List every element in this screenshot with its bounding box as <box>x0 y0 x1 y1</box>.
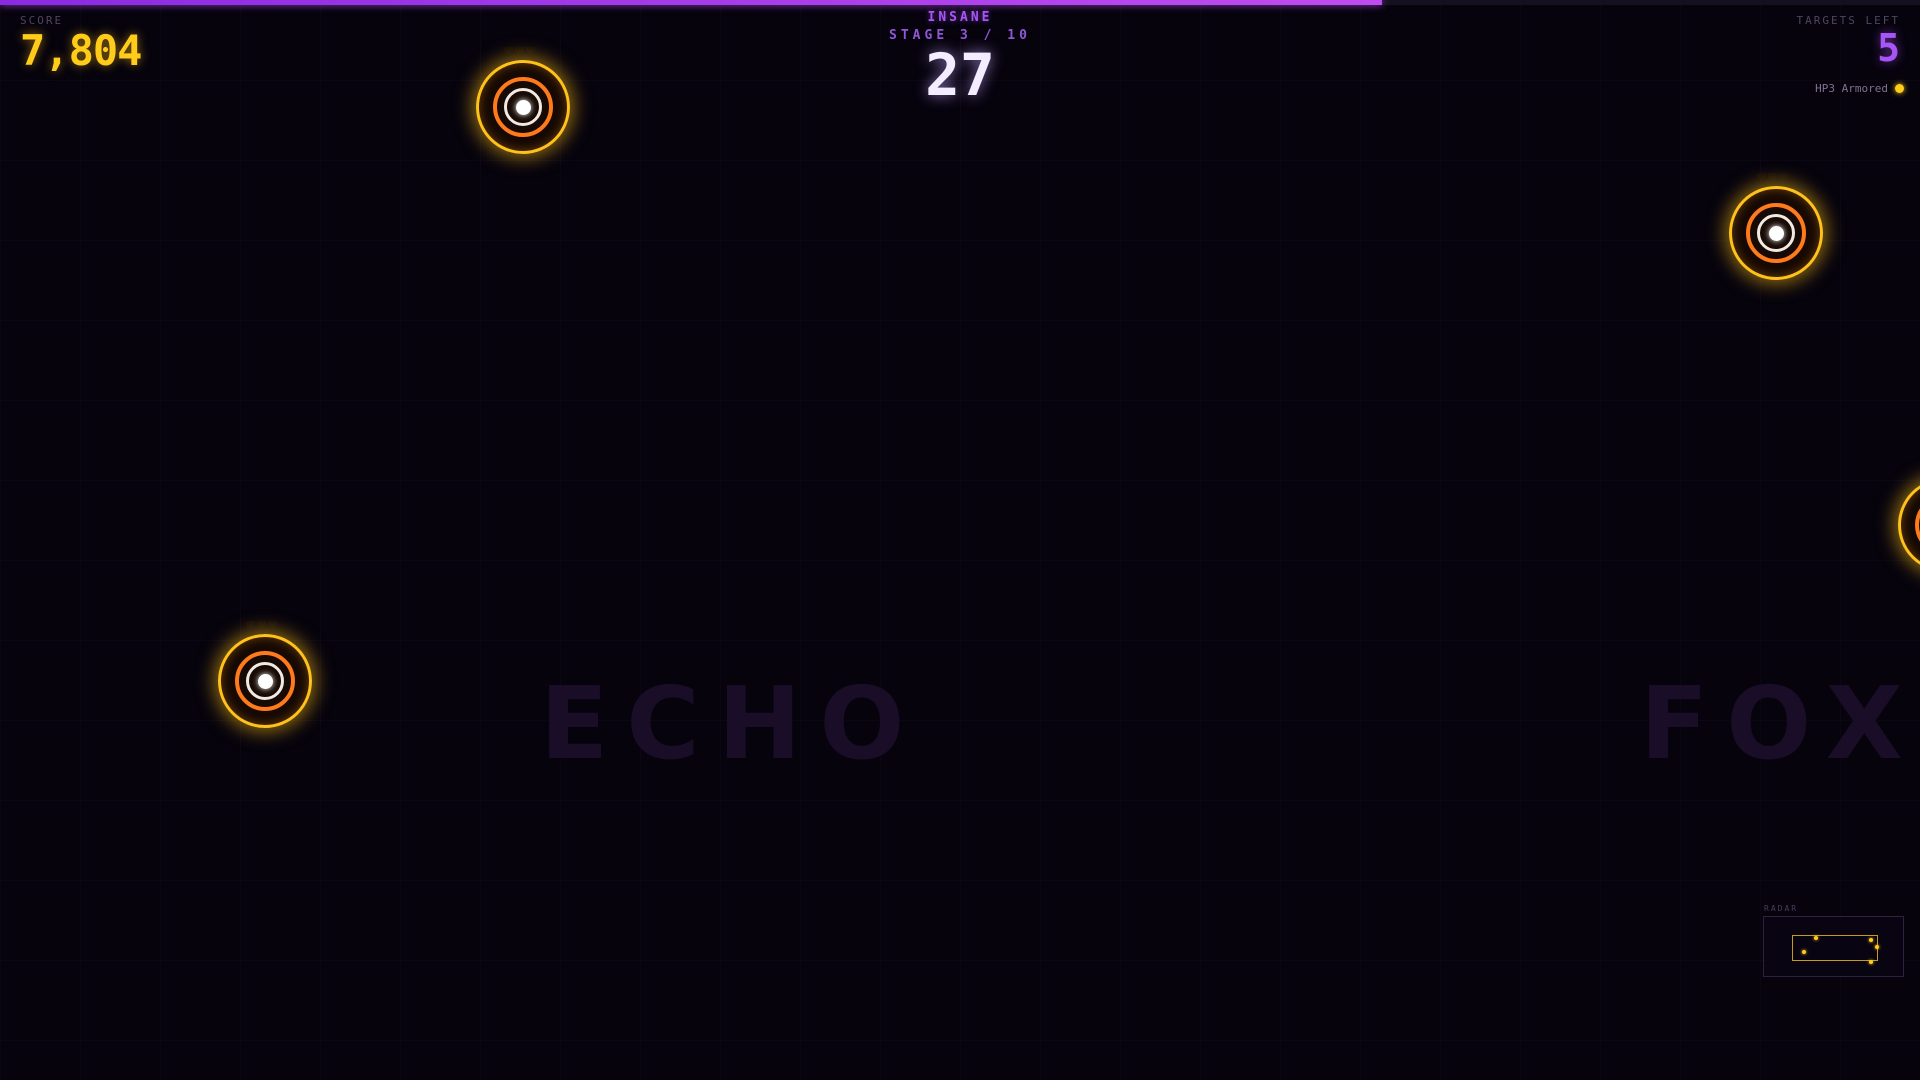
stage-progress-bar <box>0 0 1920 5</box>
target-hp-hearts: ❤❤❤ <box>245 618 279 632</box>
target[interactable] <box>1898 478 1920 572</box>
radar-minimap <box>1763 916 1904 977</box>
radar-label: RADAR <box>1764 904 1799 913</box>
target[interactable] <box>476 60 570 154</box>
zone-label-fox: FOX <box>1640 665 1920 782</box>
radar-target-dot <box>1802 950 1806 954</box>
target-hp-hearts: ❤❤❤ <box>1756 170 1790 184</box>
target-bullseye <box>1768 225 1784 241</box>
target-hp-hearts: ❤❤❤ <box>503 44 537 58</box>
difficulty-label: INSANE <box>927 10 993 25</box>
radar-target-dot <box>1875 945 1879 949</box>
target[interactable] <box>218 634 312 728</box>
zone-label-echo: ECHO <box>540 665 923 782</box>
radar-target-dot <box>1869 938 1873 942</box>
countdown-timer: 27 <box>925 41 995 109</box>
radar-target-dot <box>1814 936 1818 940</box>
center-hud: INSANE STAGE 3 / 10 27 <box>0 10 1920 107</box>
target[interactable] <box>1729 186 1823 280</box>
target-bullseye <box>515 99 531 115</box>
stage-progress-fill <box>0 0 1383 5</box>
target-outer-ring <box>1915 495 1920 555</box>
radar-viewport <box>1792 935 1878 961</box>
radar-target-dot <box>1869 960 1873 964</box>
game-canvas[interactable]: SCORE 7,804 TARGETS LEFT 5 HP3 Armored I… <box>0 0 1920 1080</box>
target-bullseye <box>257 673 273 689</box>
